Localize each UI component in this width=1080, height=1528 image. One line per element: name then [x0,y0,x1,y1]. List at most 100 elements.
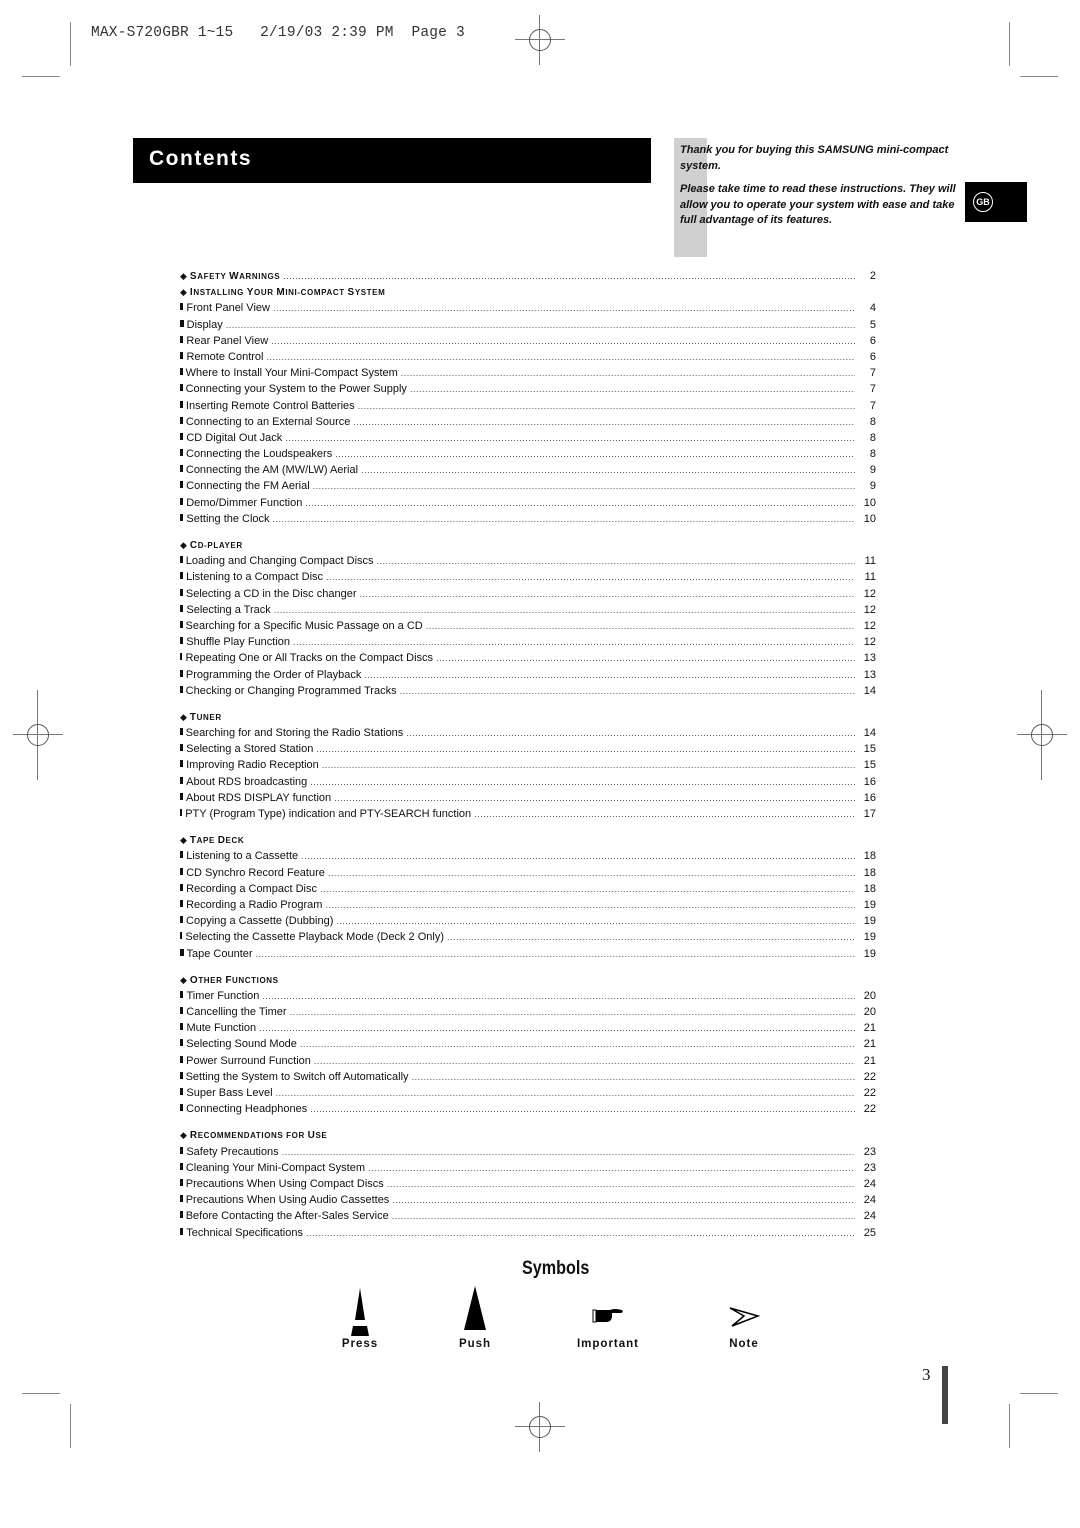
symbol-press: Press [300,1286,420,1356]
toc-entry[interactable]: Selecting a Stored Station 15 [180,741,876,757]
toc-entry[interactable]: CD Synchro Record Feature 18 [180,865,876,881]
page-ref: 19 [863,898,876,911]
toc-entry[interactable]: Where to Install Your Mini-Compact Syste… [180,365,876,381]
page-number: 3 [922,1365,931,1384]
dot-leader [392,1208,855,1224]
entry-label: Listening to a Compact Disc [186,571,324,584]
toc-entry[interactable]: Improving Radio Reception 15 [180,757,876,773]
toc-entry[interactable]: Before Contacting the After-Sales Servic… [180,1208,876,1224]
entry-label: Front Panel View [186,302,270,315]
entry-label: Where to Install Your Mini-Compact Syste… [185,367,398,380]
toc-entry[interactable]: Listening to a Compact Disc 11 [180,569,876,585]
toc-entry[interactable]: Listening to a Cassette 18 [180,848,876,864]
toc-entry[interactable]: Demo/Dimmer Function 10 [180,495,876,511]
dot-leader [282,1144,855,1160]
toc-entry[interactable]: Inserting Remote Control Batteries 7 [180,398,876,414]
toc-entry[interactable]: Copying a Cassette (Dubbing) 19 [180,913,876,929]
dot-leader [377,553,855,569]
page-ref: 12 [863,636,876,649]
toc-entry[interactable]: Searching for and Storing the Radio Stat… [180,725,876,741]
toc-entry[interactable]: Precautions When Using Audio Cassettes 24 [180,1192,876,1208]
toc-entry[interactable]: Connecting to an External Source 8 [180,414,876,430]
toc-section-heading[interactable]: ◆SAFETY WARNINGS 2 [180,268,876,284]
toc-section-heading[interactable]: ◆ CD-PLAYER [180,537,876,553]
toc-entry[interactable]: Recording a Radio Program 19 [180,897,876,913]
symbol-label: Note [729,1338,759,1350]
entry-label: Copying a Cassette (Dubbing) [186,915,334,928]
toc-entry[interactable]: Remote Control 6 [180,349,876,365]
toc-entry[interactable]: Power Surround Function 21 [180,1053,876,1069]
toc-entry[interactable]: Connecting the AM (MW/LW) Aerial 9 [180,462,876,478]
toc-entry[interactable]: Technical Specifications 25 [180,1225,876,1241]
toc-entry[interactable]: Selecting a CD in the Disc changer 12 [180,586,876,602]
page-ref: 14 [863,727,876,740]
toc-entry[interactable]: Super Bass Level 22 [180,1085,876,1101]
toc-entry[interactable]: Programming the Order of Playback 13 [180,667,876,683]
section-title: TUNER [189,711,222,723]
toc-section-heading[interactable]: ◆ INSTALLING YOUR MINI-COMPACT SYSTEM [180,284,876,300]
entry-label: Programming the Order of Playback [185,668,362,681]
dot-leader [334,790,855,806]
toc-entry[interactable]: PTY (Program Type) indication and PTY-SE… [180,806,876,822]
toc-entry[interactable]: Setting the Clock 10 [180,511,876,527]
dot-leader [310,1101,855,1117]
page-ref: 7 [869,367,876,380]
symbol-note: Note [684,1286,804,1356]
toc-entry[interactable]: Tape Counter 19 [180,946,876,962]
toc-entry[interactable]: Setting the System to Switch off Automat… [180,1069,876,1085]
toc-entry[interactable]: Selecting a Track 12 [180,602,876,618]
toc-entry[interactable]: Connecting the Loudspeakers 8 [180,446,876,462]
toc-entry[interactable]: Shuffle Play Function 12 [180,634,876,650]
square-bullet-icon [180,1227,184,1235]
section-title: SAFETY WARNINGS [189,271,281,282]
toc-entry[interactable]: Connecting your System to the Power Supp… [180,381,876,397]
page-ref: 22 [863,1070,876,1083]
toc-entry[interactable]: Cancelling the Timer 20 [180,1004,876,1020]
toc-entry[interactable]: Checking or Changing Programmed Tracks 14 [180,683,876,699]
square-bullet-icon [180,1023,184,1031]
toc-entry[interactable]: Front Panel View 4 [180,300,876,316]
toc-entry[interactable]: Connecting Headphones 22 [180,1101,876,1117]
square-bullet-icon [180,449,184,457]
section-title: INSTALLING YOUR MINI-COMPACT SYSTEM [189,287,386,299]
toc-entry[interactable]: Timer Function 20 [180,988,876,1004]
page-ref: 6 [869,350,876,363]
page-ref: 21 [863,1022,876,1035]
intro-paragraph: Thank you for buying this SAMSUNG mini-c… [680,144,949,172]
toc-entry[interactable]: Repeating One or All Tracks on the Compa… [180,650,876,666]
toc-entry[interactable]: Safety Precautions 23 [180,1144,876,1160]
toc-entry[interactable]: About RDS broadcasting 16 [180,774,876,790]
entry-label: Safety Precautions [186,1145,279,1158]
toc-section-heading[interactable]: ◆ TAPE DECK [180,832,876,848]
toc-entry[interactable]: Searching for a Specific Music Passage o… [180,618,876,634]
toc-section-heading[interactable]: ◆ TUNER [180,709,876,725]
page-ref: 22 [863,1087,876,1099]
page-ref: 4 [869,302,876,315]
dot-leader [300,1036,855,1052]
toc-section-heading[interactable]: ◆ OTHER FUNCTIONS [180,972,876,988]
diamond-bullet-icon: ◆ [180,974,187,985]
toc-entry[interactable]: Rear Panel View 6 [180,333,876,349]
toc-entry[interactable]: Selecting the Cassette Playback Mode (De… [180,929,876,945]
toc-section-heading[interactable]: ◆ RECOMMENDATIONS FOR USE [180,1127,876,1143]
toc-entry[interactable]: About RDS DISPLAY function 16 [180,790,876,806]
toc-entry[interactable]: Cleaning Your Mini-Compact System 23 [180,1160,876,1176]
symbol-label: Press [341,1338,379,1350]
toc-entry[interactable]: Connecting the FM Aerial 9 [180,478,876,494]
toc-entry[interactable]: Recording a Compact Disc 18 [180,881,876,897]
toc-entry[interactable]: Display 5 [180,317,876,333]
page-ref: 18 [863,866,876,879]
page-ref: 19 [863,947,876,960]
square-bullet-icon [180,604,184,612]
toc-entry[interactable]: Loading and Changing Compact Discs 11 [180,553,876,569]
dot-leader [293,634,855,650]
diamond-bullet-icon: ◆ [180,711,187,722]
toc-entry[interactable]: Selecting Sound Mode 21 [180,1036,876,1052]
square-bullet-icon [180,303,184,311]
toc-entry[interactable]: Precautions When Using Compact Discs 24 [180,1176,876,1192]
entry-label: Setting the Clock [186,512,270,525]
page-ref: 17 [863,808,876,820]
dot-leader [316,741,855,757]
toc-entry[interactable]: CD Digital Out Jack 8 [180,430,876,446]
toc-entry[interactable]: Mute Function 21 [180,1020,876,1036]
